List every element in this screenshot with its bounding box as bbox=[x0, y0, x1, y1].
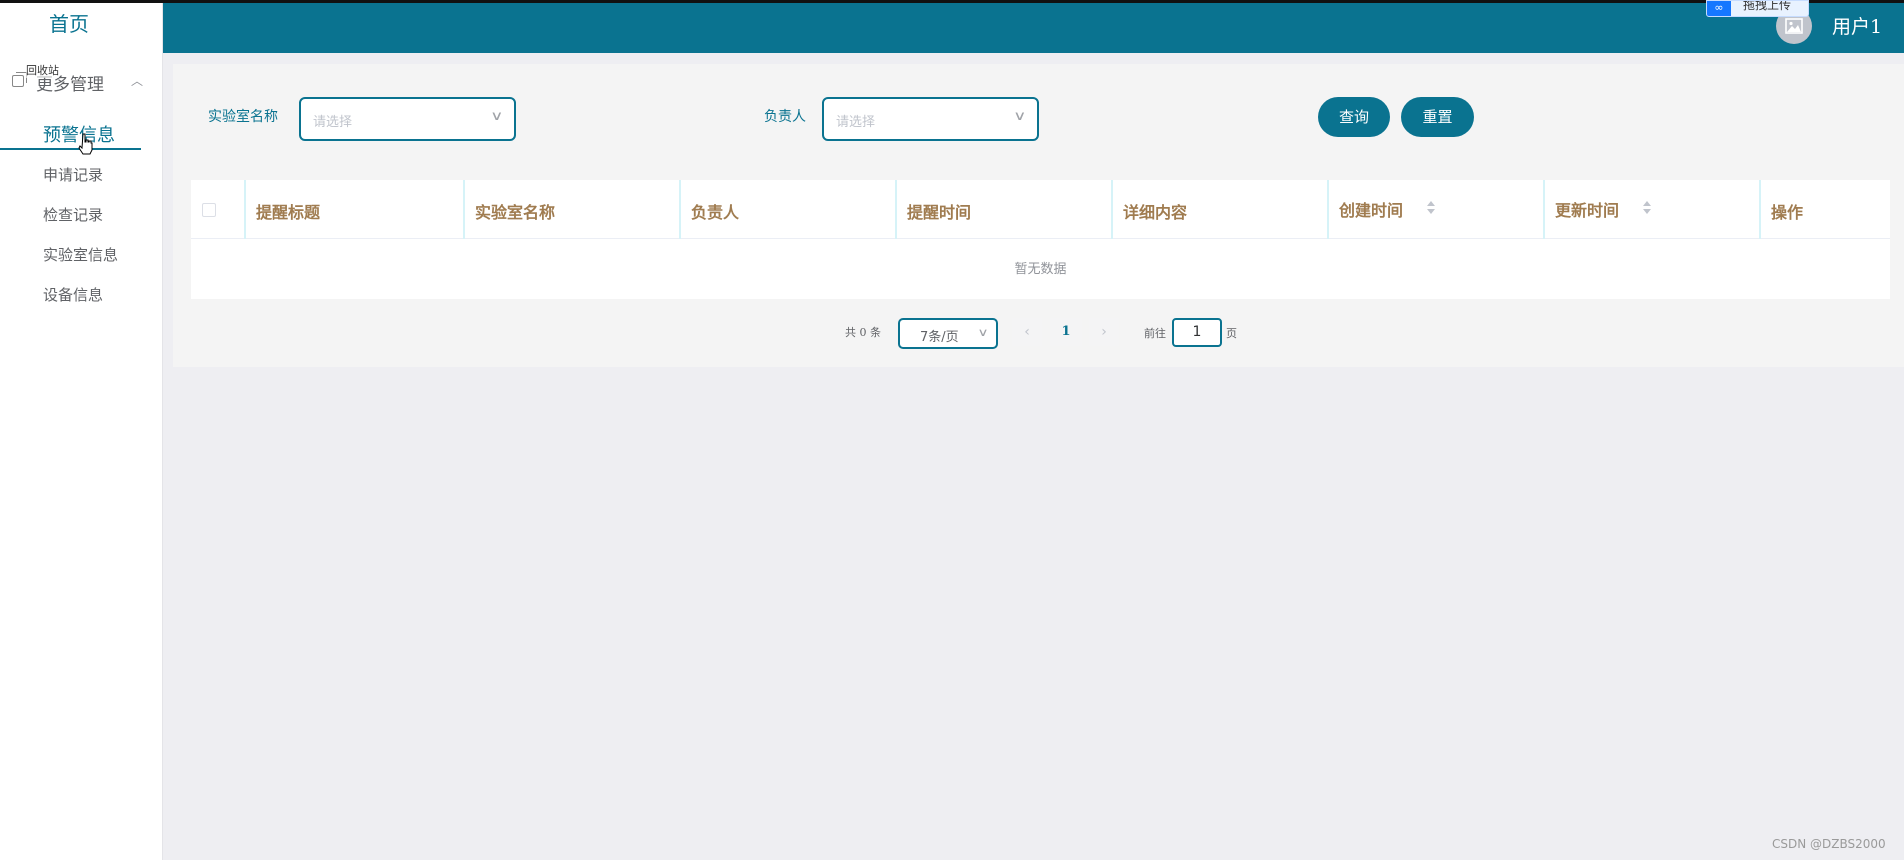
column-header: 操作 bbox=[1761, 180, 1890, 239]
prev-page-button[interactable]: ‹ bbox=[1012, 318, 1042, 346]
column-header-label: 提醒时间 bbox=[907, 203, 972, 222]
page-size-value: 7条/页 bbox=[920, 330, 959, 345]
column-header: 详细内容 bbox=[1113, 180, 1329, 239]
chevron-down-icon: ∨ bbox=[490, 109, 504, 124]
reset-button[interactable]: 重置 bbox=[1401, 97, 1474, 137]
column-header-label: 提醒标题 bbox=[256, 203, 321, 222]
select-all-checkbox[interactable] bbox=[202, 203, 216, 217]
goto-prefix: 前往 bbox=[1144, 327, 1166, 340]
user-name[interactable]: 用户1 bbox=[1832, 12, 1882, 39]
watermark: CSDN @DZBS2000 bbox=[1772, 837, 1886, 851]
column-header-label: 更新时间 bbox=[1555, 201, 1620, 220]
column-header-label: 实验室名称 bbox=[475, 203, 556, 222]
sort-icon[interactable] bbox=[1427, 201, 1435, 215]
sidebar-item-device-info[interactable]: 设备信息 bbox=[43, 284, 103, 305]
owner-placeholder: 请选择 bbox=[836, 115, 876, 130]
column-header: 提醒标题 bbox=[246, 180, 465, 239]
query-button[interactable]: 查询 bbox=[1318, 97, 1390, 137]
owner-label: 负责人 bbox=[764, 109, 806, 125]
table-empty-text: 暂无数据 bbox=[1014, 262, 1067, 277]
sidebar-item-inspections[interactable]: 检查记录 bbox=[43, 204, 103, 225]
nav-group-overlay-text: 回收站 bbox=[26, 62, 59, 78]
chevron-down-icon: ∨ bbox=[1013, 109, 1027, 124]
column-header: 负责人 bbox=[681, 180, 897, 239]
page-size-select[interactable]: 7条/页 ∨ bbox=[898, 318, 998, 349]
cloud-icon: ∞ bbox=[1707, 1, 1731, 16]
column-header: 实验室名称 bbox=[465, 180, 681, 239]
sidebar: 首页 更多管理 回收站 ︿ 预警信息 申请记录 检查记录 实验室信息 设备信息 bbox=[0, 0, 163, 860]
sort-icon[interactable] bbox=[1643, 201, 1651, 215]
goto-page-input[interactable]: 1 bbox=[1172, 318, 1222, 347]
upload-badge[interactable]: ∞ 拖拽上传 bbox=[1706, 0, 1809, 17]
hand-cursor-icon bbox=[78, 133, 93, 155]
top-header bbox=[163, 3, 1904, 53]
copy-icon bbox=[12, 72, 27, 87]
column-header-sortable[interactable]: 创建时间 bbox=[1329, 180, 1545, 239]
goto-suffix: 页 bbox=[1226, 327, 1237, 340]
column-header: 提醒时间 bbox=[897, 180, 1113, 239]
lab-name-placeholder: 请选择 bbox=[313, 115, 353, 130]
column-header-sortable[interactable]: 更新时间 bbox=[1545, 180, 1761, 239]
chevron-up-icon: ︿ bbox=[131, 74, 144, 88]
column-header-label: 详细内容 bbox=[1123, 203, 1188, 222]
page-number[interactable]: 1 bbox=[1050, 318, 1082, 346]
column-header-label: 负责人 bbox=[691, 203, 740, 222]
column-header-label: 操作 bbox=[1771, 203, 1804, 222]
data-table: 提醒标题 实验室名称 负责人 提醒时间 详细内容 创建时间 更新时间 操作 暂无… bbox=[191, 180, 1890, 299]
upload-badge-label: 拖拽上传 bbox=[1743, 0, 1792, 12]
owner-select[interactable]: 请选择 ∨ bbox=[822, 97, 1039, 141]
nav-home[interactable]: 首页 bbox=[0, 8, 138, 37]
table-header: 提醒标题 实验室名称 负责人 提醒时间 详细内容 创建时间 更新时间 操作 bbox=[191, 180, 1890, 239]
sidebar-item-applications[interactable]: 申请记录 bbox=[43, 164, 103, 185]
lab-name-label: 实验室名称 bbox=[208, 109, 278, 125]
column-header-label: 创建时间 bbox=[1339, 201, 1404, 220]
chevron-right-icon: › bbox=[1101, 324, 1107, 340]
header-select-cell bbox=[191, 180, 246, 239]
lab-name-select[interactable]: 请选择 ∨ bbox=[299, 97, 516, 141]
next-page-button[interactable]: › bbox=[1089, 318, 1119, 346]
chevron-left-icon: ‹ bbox=[1024, 324, 1030, 340]
pagination-total: 共 0 条 bbox=[845, 326, 881, 339]
chevron-down-icon: ∨ bbox=[977, 326, 989, 339]
top-border bbox=[0, 0, 1904, 3]
nav-group-more-management[interactable]: 更多管理 回收站 ︿ bbox=[10, 62, 145, 95]
sidebar-item-lab-info[interactable]: 实验室信息 bbox=[43, 244, 118, 265]
image-icon bbox=[1785, 18, 1803, 34]
sidebar-item-alerts[interactable]: 预警信息 bbox=[0, 118, 141, 150]
